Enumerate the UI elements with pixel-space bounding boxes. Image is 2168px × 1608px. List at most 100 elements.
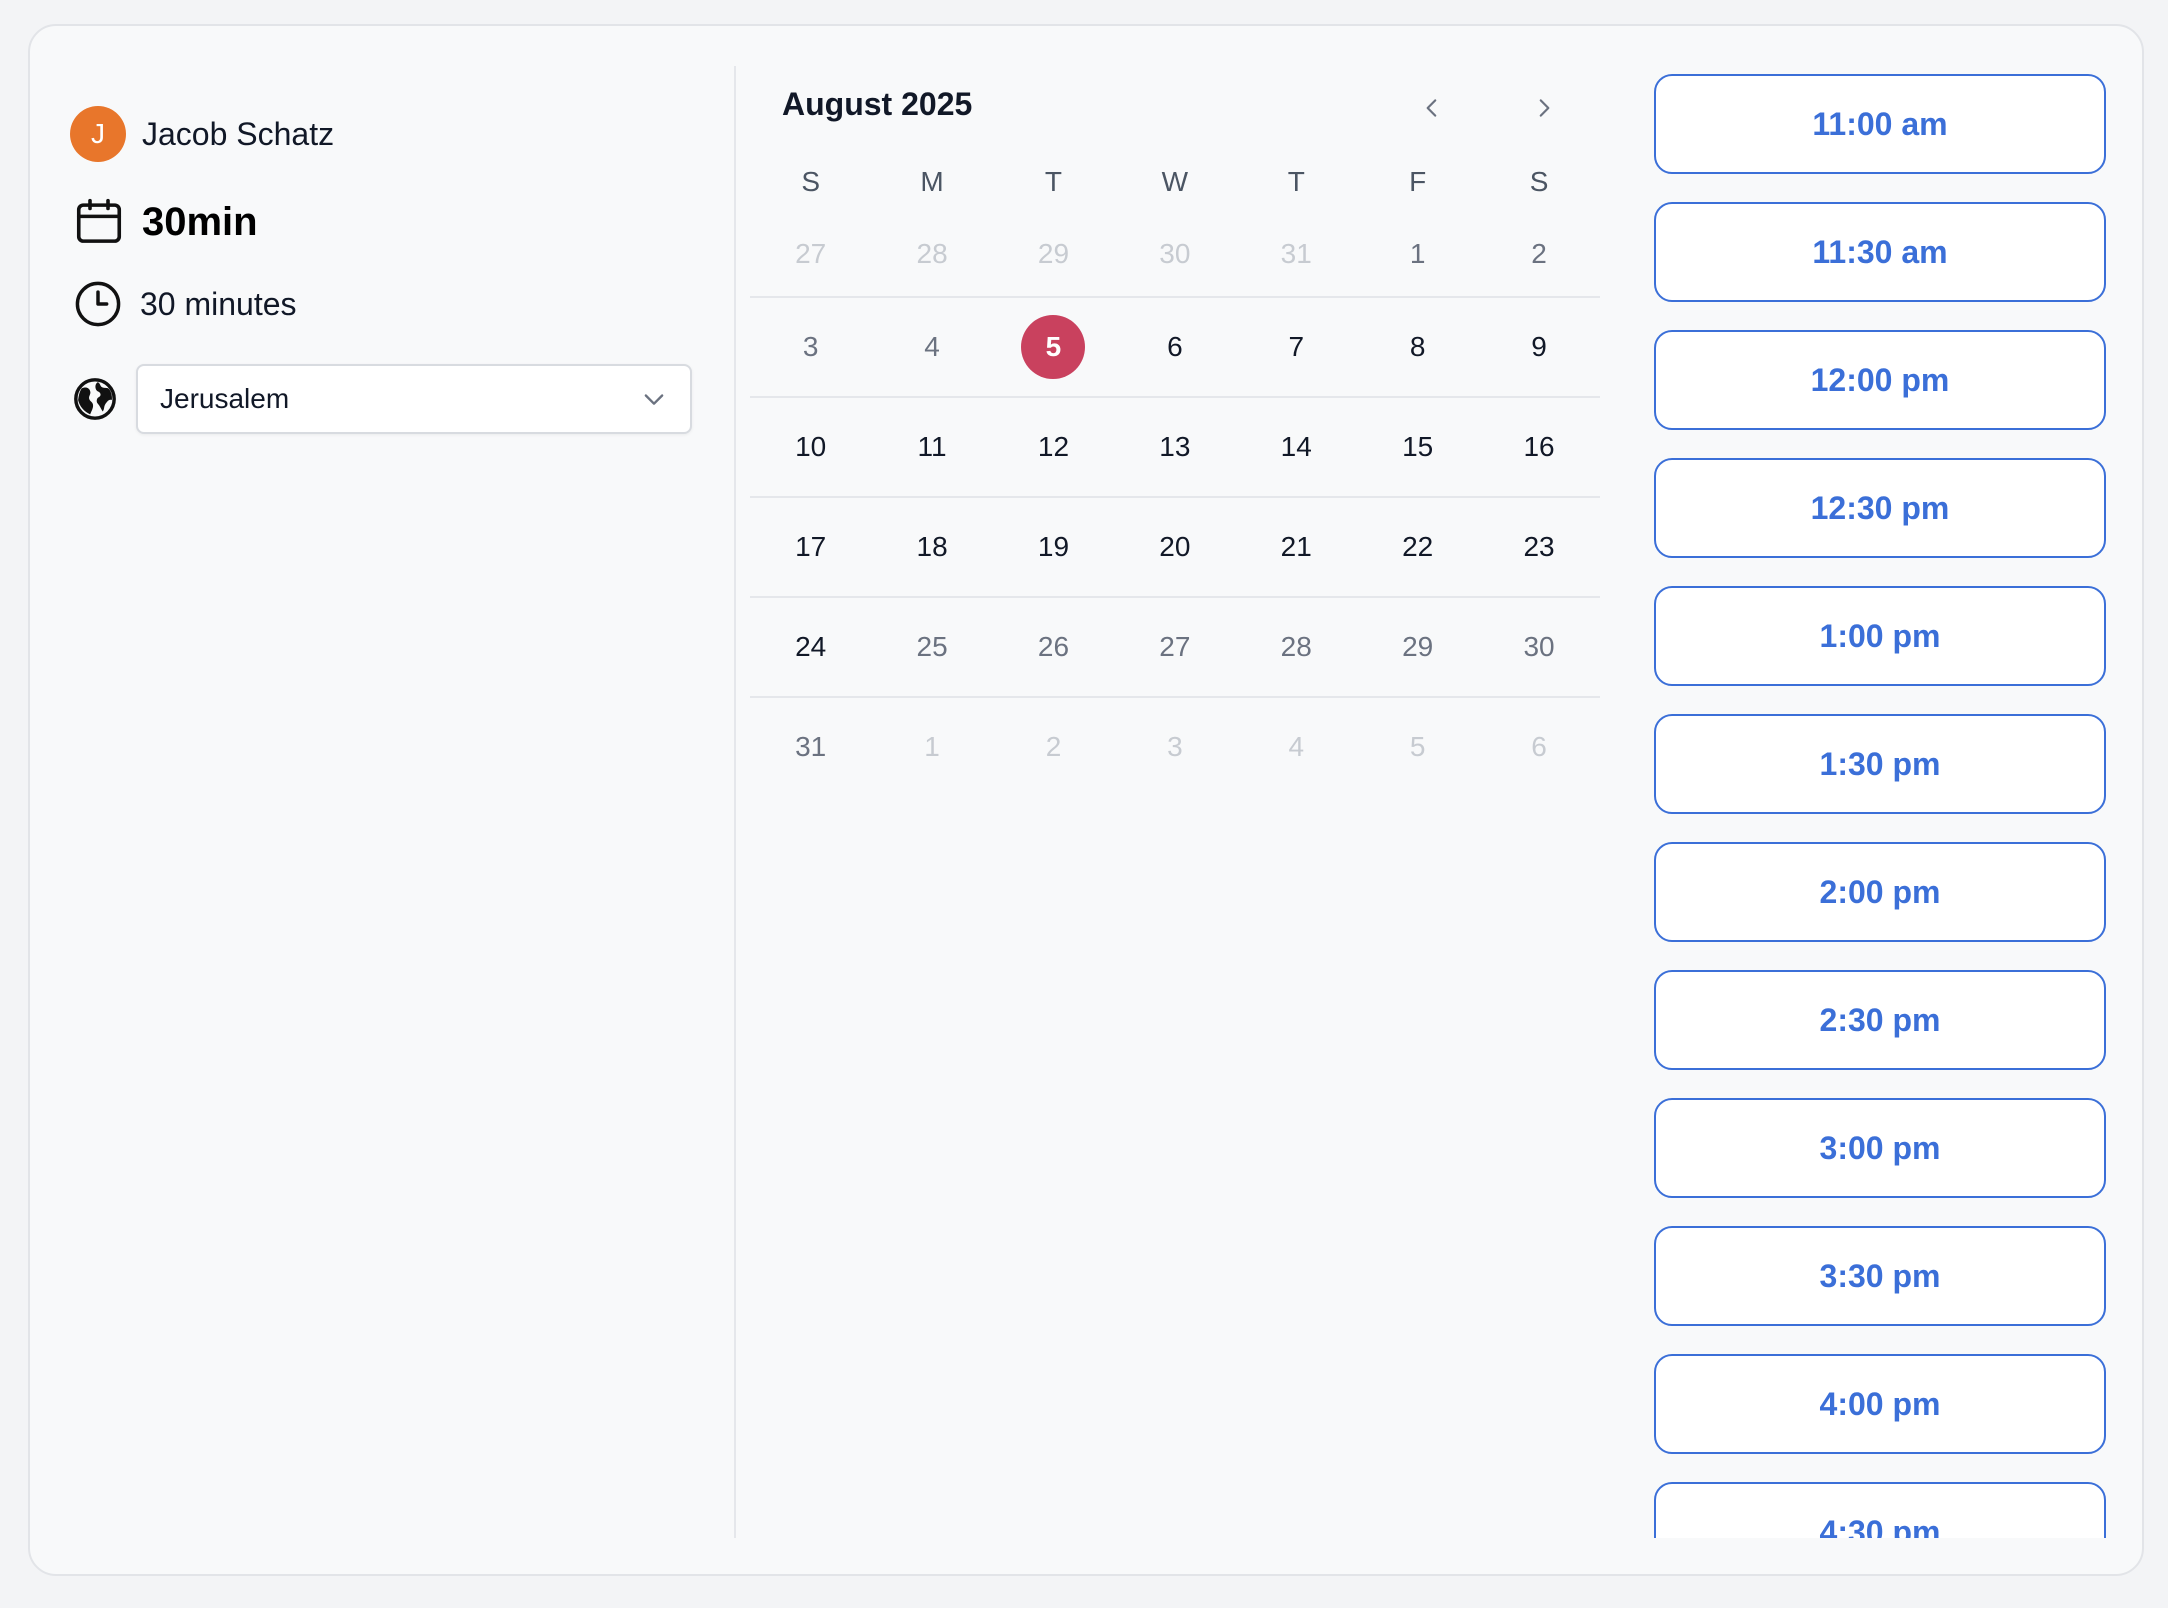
- booking-card: J Jacob Schatz 30min 30 minutes Jerusale…: [28, 24, 2144, 1576]
- panel-divider: [734, 66, 736, 1538]
- host-row: J Jacob Schatz: [70, 106, 334, 162]
- time-slot-button[interactable]: 1:30 pm: [1654, 714, 2106, 814]
- calendar-day[interactable]: 6: [1114, 315, 1235, 379]
- time-slot-button[interactable]: 11:30 am: [1654, 202, 2106, 302]
- calendar-week-row: 27 28 29 30 31 1 2: [750, 212, 1600, 296]
- calendar-day: 4: [871, 315, 992, 379]
- calendar-day: 27: [1114, 615, 1235, 679]
- calendar-day[interactable]: 22: [1357, 515, 1478, 579]
- calendar-day[interactable]: 13: [1114, 415, 1235, 479]
- calendar-day: 28: [1236, 615, 1357, 679]
- time-slot-button[interactable]: 3:30 pm: [1654, 1226, 2106, 1326]
- calendar-day: 29: [993, 222, 1114, 286]
- event-title: 30min: [142, 199, 258, 244]
- chevron-down-icon: [644, 394, 664, 405]
- calendar-day-label: 31: [795, 731, 827, 762]
- calendar-day-label: 16: [1523, 431, 1555, 462]
- calendar-day-label: 6: [1531, 731, 1547, 762]
- calendar-day-label: 19: [1037, 531, 1070, 562]
- calendar-day-label: 6: [1167, 331, 1183, 362]
- calendar-day-label: 26: [1037, 631, 1070, 662]
- timezone-row: Jerusalem: [72, 364, 692, 434]
- calendar-day[interactable]: 21: [1236, 515, 1357, 579]
- month-calendar: August 2025 S M T W T F S 27 28 29 30 31 1 2 3 4…: [750, 66, 1600, 796]
- calendar-day-label: 4: [924, 331, 940, 362]
- timezone-select[interactable]: Jerusalem: [136, 364, 692, 434]
- time-slot-button[interactable]: 11:00 am: [1654, 74, 2106, 174]
- previous-month-button[interactable]: [1410, 86, 1454, 130]
- calendar-day[interactable]: 14: [1236, 415, 1357, 479]
- time-slot-list[interactable]: 11:00 am 11:30 am 12:00 pm 12:30 pm 1:00 pm 1…: [1654, 74, 2114, 1538]
- time-slot-button[interactable]: 3:00 pm: [1654, 1098, 2106, 1198]
- calendar-day: 2: [1478, 222, 1599, 286]
- weekday-label: S: [801, 166, 821, 197]
- time-slot-button[interactable]: 2:30 pm: [1654, 970, 2106, 1070]
- calendar-day-label: 9: [1531, 331, 1547, 362]
- calendar-day[interactable]: 11: [871, 415, 992, 479]
- calendar-day[interactable]: 15: [1357, 415, 1478, 479]
- time-slot-button[interactable]: 2:00 pm: [1654, 842, 2106, 942]
- calendar-day-label: 29: [1402, 631, 1434, 662]
- time-slot-button[interactable]: 12:00 pm: [1654, 330, 2106, 430]
- calendar-day-label: 3: [1167, 731, 1183, 762]
- month-title: August 2025: [782, 86, 973, 122]
- calendar-day-label: 17: [795, 531, 827, 562]
- time-slot-button[interactable]: 4:00 pm: [1654, 1354, 2106, 1454]
- calendar-day-label: 30: [1159, 238, 1191, 269]
- calendar-day[interactable]: 18: [871, 515, 992, 579]
- next-month-button[interactable]: [1522, 86, 1566, 130]
- calendar-day-label: 5: [1021, 315, 1086, 379]
- calendar-day[interactable]: 16: [1478, 415, 1599, 479]
- calendar-day-label: 8: [1409, 331, 1426, 362]
- chevron-left-icon: [1426, 99, 1437, 117]
- calendar-day[interactable]: 23: [1478, 515, 1599, 579]
- globe-icon: [74, 378, 116, 420]
- weekday-header: S M T W T F S: [750, 152, 1600, 212]
- calendar-day[interactable]: 24: [750, 615, 871, 679]
- calendar-day: 27: [750, 222, 871, 286]
- calendar-day-label: 11: [917, 431, 947, 462]
- calendar-day: 6: [1478, 715, 1599, 779]
- calendar-day-label: 22: [1402, 531, 1434, 562]
- event-info-panel: J Jacob Schatz 30min 30 minutes Jerusale…: [30, 26, 734, 1574]
- calendar-day-label: 23: [1523, 531, 1555, 562]
- weekday-label: M: [920, 166, 944, 197]
- time-slot-button[interactable]: 12:30 pm: [1654, 458, 2106, 558]
- event-title-row: 30min: [72, 192, 258, 252]
- calendar-day-label: 31: [1280, 238, 1312, 269]
- calendar-week-row: 24 25 26 27 28 29 30: [750, 596, 1600, 696]
- calendar-day[interactable]: 17: [750, 515, 871, 579]
- time-slot-button[interactable]: 1:00 pm: [1654, 586, 2106, 686]
- calendar-day-label: 1: [1409, 238, 1426, 269]
- calendar-day-label: 10: [795, 431, 827, 462]
- time-slot-button[interactable]: 4:30 pm: [1654, 1482, 2106, 1538]
- calendar-day-label: 12: [1037, 431, 1070, 462]
- calendar-header: August 2025: [750, 66, 1600, 152]
- calendar-day[interactable]: 20: [1114, 515, 1235, 579]
- calendar-week-row: 3 4 5 6 7 8 9: [750, 296, 1600, 396]
- calendar-day-label: 1: [924, 731, 940, 762]
- calendar-day-label: 25: [916, 631, 948, 662]
- calendar-week-row: 17 18 19 20 21 22 23: [750, 496, 1600, 596]
- calendar-day[interactable]: 7: [1236, 315, 1357, 379]
- event-duration: 30 minutes: [140, 285, 297, 322]
- calendar-day: 26: [993, 615, 1114, 679]
- calendar-day[interactable]: 12: [993, 415, 1114, 479]
- calendar-day-selected[interactable]: 5: [993, 315, 1114, 379]
- calendar-day-label: 28: [916, 238, 948, 269]
- calendar-week-row: 31 1 2 3 4 5 6: [750, 696, 1600, 796]
- calendar-day[interactable]: 9: [1478, 315, 1599, 379]
- calendar-day-label: 3: [802, 331, 819, 362]
- weekday-label: T: [1044, 166, 1063, 197]
- calendar-day: 30: [1114, 222, 1235, 286]
- calendar-day[interactable]: 19: [993, 515, 1114, 579]
- calendar-day: 1: [1357, 222, 1478, 286]
- calendar-day: 28: [871, 222, 992, 286]
- calendar-day-label: 27: [795, 238, 827, 269]
- calendar-week-row: 10 11 12 13 14 15 16: [750, 396, 1600, 496]
- calendar-day: 3: [750, 315, 871, 379]
- calendar-day[interactable]: 10: [750, 415, 871, 479]
- calendar-day-label: 30: [1523, 631, 1555, 662]
- calendar-day[interactable]: 8: [1357, 315, 1478, 379]
- calendar-day-label: 2: [1045, 731, 1062, 762]
